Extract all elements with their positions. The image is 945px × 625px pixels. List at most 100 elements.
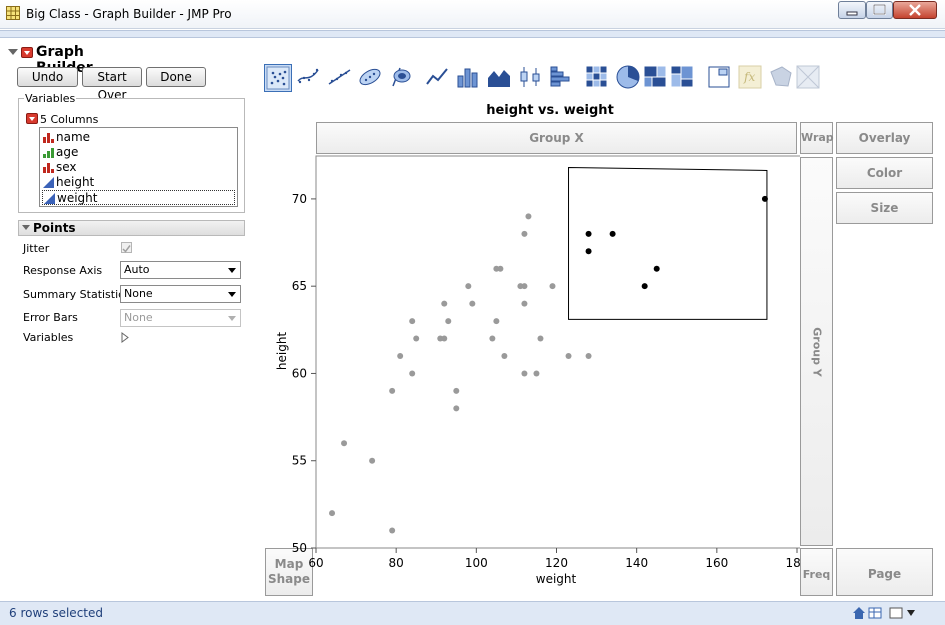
data-point[interactable] [341, 440, 348, 447]
data-point[interactable] [441, 300, 448, 307]
svg-text:fx: fx [743, 70, 755, 84]
line-element-button[interactable] [424, 64, 452, 92]
red-triangle-menu-icon[interactable] [21, 47, 33, 58]
freq-zone[interactable]: Freq [800, 548, 833, 596]
bar-element-button[interactable] [455, 64, 483, 92]
selected-data-point[interactable] [653, 265, 660, 272]
data-point[interactable] [565, 353, 572, 359]
list-item-weight[interactable]: weight [42, 190, 235, 205]
selected-data-point[interactable] [585, 230, 592, 237]
histogram-element-button[interactable] [548, 64, 576, 92]
formula-element-button[interactable]: fx [737, 64, 765, 92]
area-element-button[interactable] [486, 64, 514, 92]
group-y-zone[interactable]: Group Y [800, 157, 833, 546]
data-point[interactable] [409, 318, 416, 325]
x-tick-label: 60 [308, 556, 323, 570]
color-zone[interactable]: Color [836, 157, 933, 189]
line-of-fit-element-button[interactable] [326, 64, 354, 92]
collapse-triangle-icon[interactable] [22, 225, 30, 230]
close-icon [909, 4, 921, 16]
maximize-button[interactable] [866, 1, 893, 19]
treemap-element-button[interactable] [642, 64, 670, 92]
data-point[interactable] [413, 335, 420, 342]
columns-count-label: 5 Columns [40, 113, 99, 126]
y-tick-label: 50 [292, 541, 307, 555]
list-item-name[interactable]: name [42, 130, 235, 145]
data-point[interactable] [533, 370, 540, 377]
scatter-chart: height vs. weight weight height 60 80 100 1… [275, 103, 800, 586]
list-item-height[interactable]: height [42, 175, 235, 190]
caption-box-element-button[interactable] [706, 64, 734, 92]
points-section-header[interactable]: Points [18, 220, 245, 236]
data-point[interactable] [397, 353, 404, 359]
ellipse-element-button[interactable] [357, 64, 385, 92]
error-bars-select[interactable]: None [120, 309, 241, 327]
data-point[interactable] [445, 318, 452, 325]
heatmap-element-button[interactable] [584, 64, 612, 92]
selected-data-point[interactable] [609, 230, 616, 237]
jitter-checkbox[interactable] [121, 242, 132, 253]
mosaic-icon [670, 65, 694, 88]
data-point[interactable] [521, 283, 528, 290]
start-over-button[interactable]: Start Over [82, 67, 142, 102]
undo-button[interactable]: Undo [17, 67, 78, 87]
data-point[interactable] [489, 335, 496, 342]
points-element-button[interactable] [264, 64, 292, 92]
maximize-icon [873, 4, 886, 15]
data-point[interactable] [549, 283, 556, 290]
data-point[interactable] [453, 405, 460, 412]
data-point[interactable] [465, 283, 472, 290]
smoother-element-button[interactable] [295, 64, 323, 92]
map-points-icon [796, 65, 820, 89]
formula-icon: fx [738, 65, 762, 89]
data-point[interactable] [493, 318, 500, 325]
selected-data-point[interactable] [641, 283, 648, 290]
data-point[interactable] [521, 370, 528, 377]
home-icon[interactable] [852, 606, 866, 620]
data-point[interactable] [521, 300, 528, 307]
chevron-down-icon[interactable] [906, 609, 916, 617]
map-points-element-button[interactable] [795, 64, 823, 92]
data-point[interactable] [469, 300, 476, 307]
data-point[interactable] [585, 353, 592, 359]
contour-element-button[interactable] [388, 64, 416, 92]
close-button[interactable] [893, 1, 937, 19]
box-plot-element-button[interactable] [517, 64, 545, 92]
page-zone[interactable]: Page [836, 548, 933, 596]
plot-frame[interactable] [315, 155, 800, 549]
data-point[interactable] [525, 213, 532, 220]
x-axis-label: weight [536, 572, 577, 586]
data-point[interactable] [409, 370, 416, 377]
done-button[interactable]: Done [146, 67, 206, 87]
data-point[interactable] [441, 335, 448, 342]
collapse-triangle-icon[interactable] [8, 49, 18, 55]
overlay-zone[interactable]: Overlay [836, 122, 933, 154]
wrap-zone[interactable]: Wrap [800, 122, 834, 154]
list-item-sex[interactable]: sex [42, 160, 235, 175]
summary-statistic-select[interactable]: None [120, 285, 241, 303]
summary-statistic-label: Summary Statistic [23, 288, 125, 301]
window-list-icon[interactable] [889, 606, 903, 620]
pie-element-button[interactable] [615, 64, 643, 92]
minimize-button[interactable] [838, 1, 866, 19]
data-point[interactable] [329, 510, 336, 517]
selected-data-point[interactable] [585, 248, 592, 255]
table-link-icon[interactable] [868, 606, 882, 620]
data-point[interactable] [389, 527, 396, 534]
columns-menu-icon[interactable] [26, 113, 38, 124]
data-point[interactable] [453, 387, 460, 394]
mosaic-element-button[interactable] [669, 64, 697, 92]
data-point[interactable] [497, 265, 504, 272]
list-item-age[interactable]: age [42, 145, 235, 160]
response-axis-select[interactable]: Auto [120, 261, 241, 279]
data-point[interactable] [501, 353, 508, 359]
data-point[interactable] [537, 335, 544, 342]
title-bar: Big Class - Graph Builder - JMP Pro [0, 0, 945, 29]
map-shapes-element-button[interactable] [768, 64, 796, 92]
data-point[interactable] [369, 457, 376, 464]
treemap-icon [643, 65, 667, 88]
size-zone[interactable]: Size [836, 192, 933, 224]
data-point[interactable] [389, 387, 396, 394]
expand-triangle-icon[interactable] [121, 332, 129, 343]
data-point[interactable] [521, 230, 528, 237]
